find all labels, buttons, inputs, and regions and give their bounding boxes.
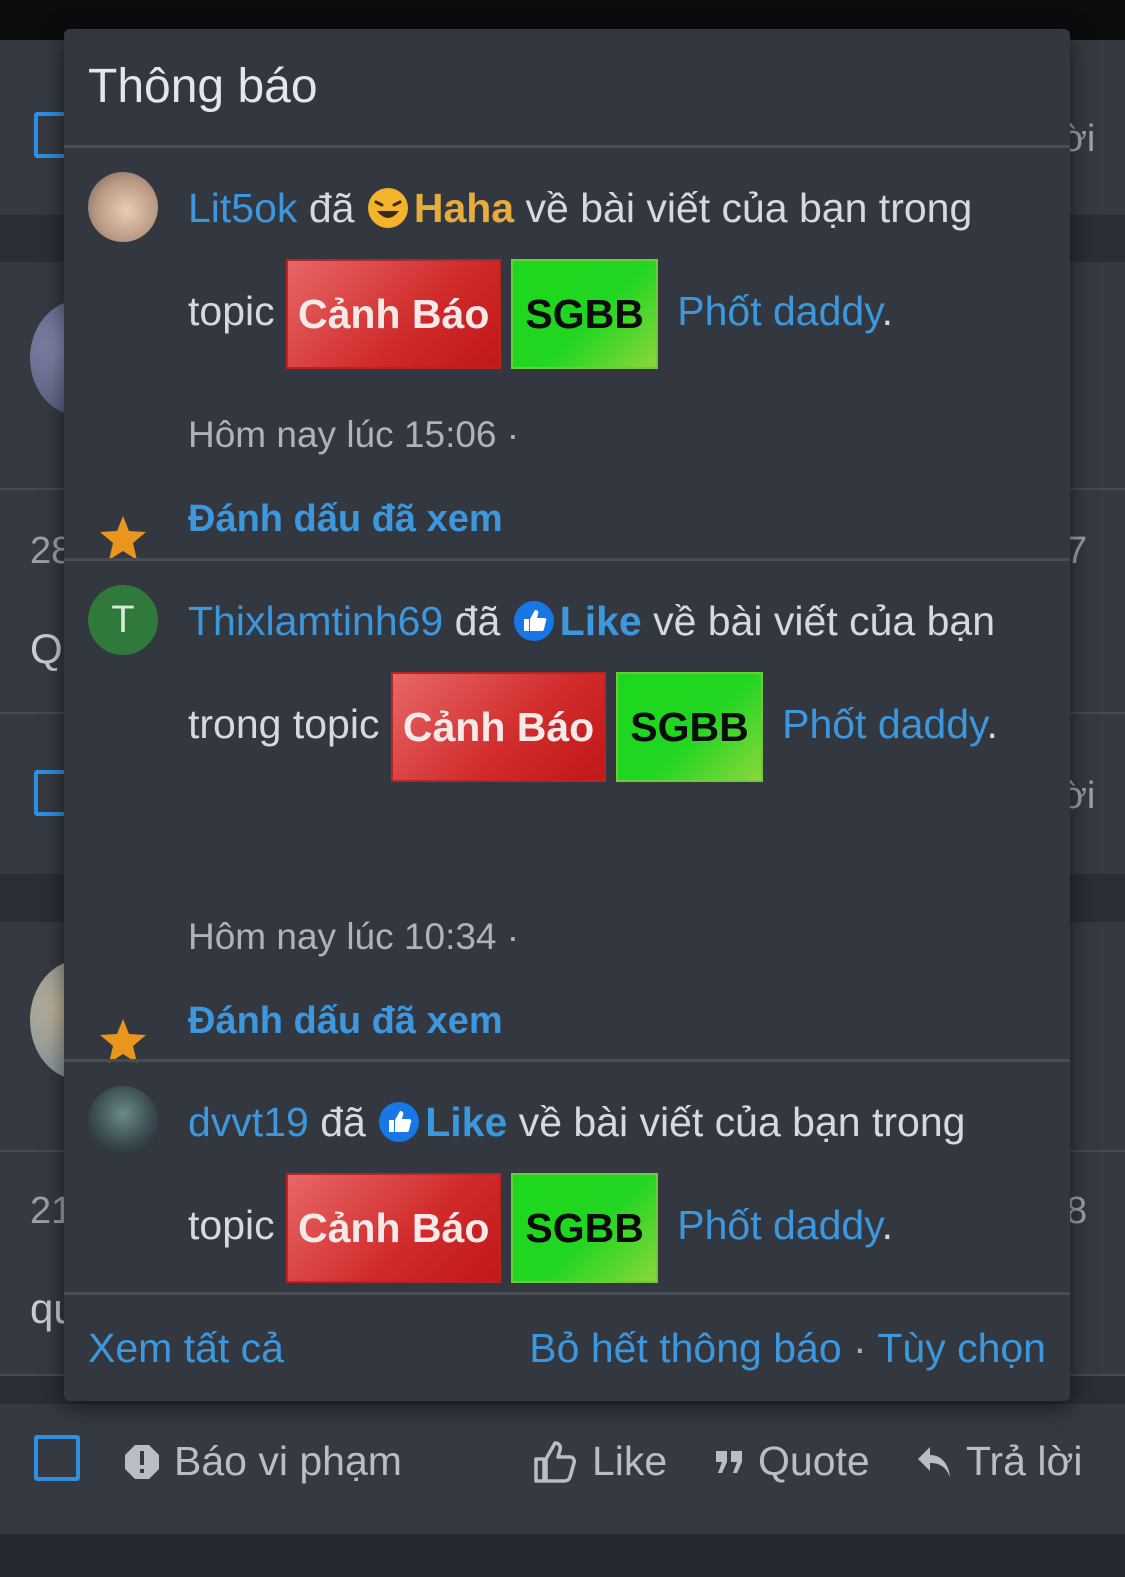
options-link[interactable]: Tùy chọn	[877, 1325, 1046, 1371]
quote-label: Quote	[758, 1438, 870, 1484]
reply-label: Trả lời	[966, 1438, 1083, 1484]
period: .	[881, 287, 894, 334]
timestamp: Hôm nay lúc 10:34 ·	[188, 916, 520, 957]
reaction-label: Like	[559, 598, 642, 644]
alert-octagon-icon	[124, 1444, 160, 1480]
like-label: Like	[592, 1438, 668, 1484]
like-thumb-icon	[513, 601, 554, 641]
dismiss-all-link[interactable]: Bỏ hết thông báo	[529, 1325, 841, 1371]
popup-title: Thông báo	[88, 60, 318, 113]
post-text-fragment: Q	[30, 625, 63, 672]
reply-button[interactable]: Trả lời	[916, 1438, 1082, 1485]
user-avatar[interactable]	[88, 1086, 158, 1156]
mark-read-link[interactable]: Đánh dấu đã xem	[188, 498, 503, 541]
notification-item[interactable]: dvvt19 đã Like về bài viết của bạn trong…	[64, 1062, 1070, 1292]
mark-read-link[interactable]: Đánh dấu đã xem	[188, 1000, 503, 1043]
timestamp: Hôm nay lúc 15:06 ·	[188, 414, 520, 455]
view-all-link[interactable]: Xem tất cả	[88, 1325, 284, 1372]
post-select-checkbox[interactable]	[34, 1435, 80, 1481]
verb-text: đã	[454, 598, 501, 644]
post-action-bar: Báo vi phạm Like Quote Trả lời	[0, 1404, 1125, 1534]
star-icon[interactable]	[98, 1017, 148, 1065]
footer-actions: Bỏ hết thông báo · Tùy chọn	[529, 1325, 1046, 1372]
report-label: Báo vi phạm	[174, 1438, 402, 1484]
popup-footer: Xem tất cả Bỏ hết thông báo · Tùy chọn	[64, 1295, 1070, 1401]
verb-text: đã	[320, 1099, 366, 1145]
notifications-popup: Thông báo Lit5ok đã Haha về bài viết của…	[64, 29, 1070, 1401]
user-link[interactable]: Thixlamtinh69	[188, 598, 443, 644]
tag-sgbb[interactable]: SGBB	[511, 1173, 658, 1283]
quote-button[interactable]: Quote	[714, 1438, 870, 1485]
tag-warning[interactable]: Cảnh Báo	[286, 259, 502, 369]
thumbs-up-icon	[532, 1439, 578, 1485]
period: .	[881, 1201, 894, 1248]
verb-text: đã	[308, 185, 355, 231]
user-avatar[interactable]	[88, 172, 158, 242]
topic-link[interactable]: Phốt daddy	[677, 288, 881, 334]
topic-link[interactable]: Phốt daddy	[782, 701, 986, 747]
tag-warning[interactable]: Cảnh Báo	[390, 672, 607, 782]
user-link[interactable]: dvvt19	[188, 1099, 309, 1145]
notification-item[interactable]: T Thixlamtinh69 đã Like về bài viết của …	[64, 561, 1070, 1063]
reaction-label: Haha	[413, 185, 515, 231]
like-button[interactable]: Like	[532, 1438, 667, 1485]
bottom-bar	[0, 1534, 1125, 1577]
haha-emoji-icon	[367, 188, 408, 228]
user-link[interactable]: Lit5ok	[188, 185, 297, 231]
notification-text: dvvt19 đã Like về bài viết của bạn trong…	[188, 1072, 1048, 1283]
notification-text: Thixlamtinh69 đã Like về bài viết của bạ…	[188, 571, 1048, 782]
topic-link[interactable]: Phốt daddy	[677, 1202, 881, 1248]
notification-text: Lit5ok đã Haha về bài viết của bạn trong…	[188, 158, 1048, 369]
tag-sgbb[interactable]: SGBB	[511, 259, 658, 369]
tag-sgbb[interactable]: SGBB	[616, 672, 763, 782]
quote-icon	[714, 1449, 744, 1475]
like-thumb-icon	[379, 1102, 420, 1142]
period: .	[986, 700, 998, 747]
tag-warning[interactable]: Cảnh Báo	[286, 1173, 502, 1283]
notification-item[interactable]: Lit5ok đã Haha về bài viết của bạn trong…	[64, 148, 1070, 560]
reply-arrow-icon	[916, 1445, 952, 1479]
report-button[interactable]: Báo vi phạm	[124, 1438, 402, 1485]
star-icon[interactable]	[98, 514, 148, 562]
user-avatar[interactable]: T	[88, 585, 158, 655]
reaction-label: Like	[425, 1099, 508, 1145]
footer-separator: ·	[853, 1325, 867, 1371]
